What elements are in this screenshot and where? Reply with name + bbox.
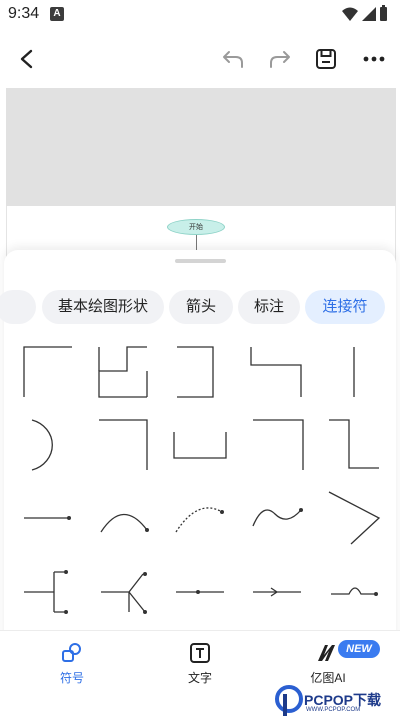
connector-shape-arc-curve[interactable] bbox=[99, 504, 153, 536]
connector-shape-fork-bracket[interactable] bbox=[22, 570, 74, 616]
nav-symbols[interactable]: 符号 bbox=[7, 631, 137, 701]
undo-button[interactable] bbox=[218, 44, 248, 74]
connector-shape-fork-y[interactable] bbox=[99, 570, 153, 616]
category-chip-prev[interactable] bbox=[0, 290, 36, 324]
connector-shape-step-down[interactable] bbox=[249, 345, 305, 401]
start-node[interactable]: 开始 bbox=[167, 219, 225, 235]
nav-text-label: 文字 bbox=[187, 671, 212, 685]
redo-icon bbox=[270, 51, 290, 68]
connector-shape-u-bracket[interactable] bbox=[172, 430, 228, 462]
connector-shape-step-up[interactable] bbox=[22, 345, 74, 401]
symbols-icon bbox=[62, 643, 81, 662]
save-icon bbox=[316, 49, 336, 69]
more-icon bbox=[363, 56, 385, 62]
connector-shape-line-jump[interactable] bbox=[329, 582, 381, 598]
connector-shape-elbow-corner[interactable] bbox=[251, 418, 307, 474]
connector-shape-bracket-right[interactable] bbox=[175, 345, 217, 401]
status-bar: 9:34 A bbox=[0, 0, 400, 30]
category-chip-connectors[interactable]: 连接符 bbox=[305, 290, 385, 324]
connector-shape-zigzag-double[interactable] bbox=[97, 345, 151, 401]
new-badge: NEW bbox=[338, 640, 380, 658]
nav-symbols-label: 符号 bbox=[59, 671, 84, 685]
back-arrow-icon bbox=[20, 49, 33, 69]
drag-handle[interactable] bbox=[175, 259, 226, 263]
signal-icon bbox=[362, 7, 376, 21]
app-notification-icon: A bbox=[50, 7, 64, 21]
connector-shape-line-midpoint[interactable] bbox=[174, 586, 228, 598]
back-button[interactable] bbox=[12, 44, 42, 74]
connector-shape-wave[interactable] bbox=[251, 500, 307, 532]
watermark-subtext: WWW.PCPOP.COM bbox=[306, 707, 361, 713]
wifi-icon bbox=[342, 7, 358, 21]
connector-shape-line-arrow[interactable] bbox=[251, 586, 305, 598]
save-button[interactable] bbox=[311, 44, 341, 74]
undo-icon bbox=[223, 51, 243, 68]
status-time: 9:34 bbox=[8, 5, 40, 22]
category-chip-arrows[interactable]: 箭头 bbox=[169, 290, 233, 324]
more-button[interactable] bbox=[359, 44, 389, 74]
category-chip-callouts[interactable]: 标注 bbox=[238, 290, 300, 324]
status-icons bbox=[340, 5, 390, 30]
battery-icon bbox=[380, 5, 387, 21]
ai-logo-icon bbox=[318, 645, 335, 661]
nav-text[interactable]: 文字 bbox=[135, 631, 265, 701]
canvas-background[interactable] bbox=[6, 88, 396, 206]
top-toolbar bbox=[0, 30, 400, 88]
connector-shape-step-right[interactable] bbox=[327, 418, 383, 474]
connector-shape-vertical-line[interactable] bbox=[349, 345, 359, 401]
connector-shape-chevron[interactable] bbox=[327, 490, 383, 548]
connector-shape-arc-half[interactable] bbox=[22, 418, 62, 474]
connector-shape-straight-dot[interactable] bbox=[22, 512, 74, 524]
text-icon bbox=[190, 643, 210, 663]
redo-button[interactable] bbox=[265, 44, 295, 74]
connector-shape-elbow-down[interactable] bbox=[97, 418, 151, 474]
connector-shape-arc-dashed[interactable] bbox=[174, 504, 228, 536]
category-chip-basic-shapes[interactable]: 基本绘图形状 bbox=[42, 290, 164, 324]
